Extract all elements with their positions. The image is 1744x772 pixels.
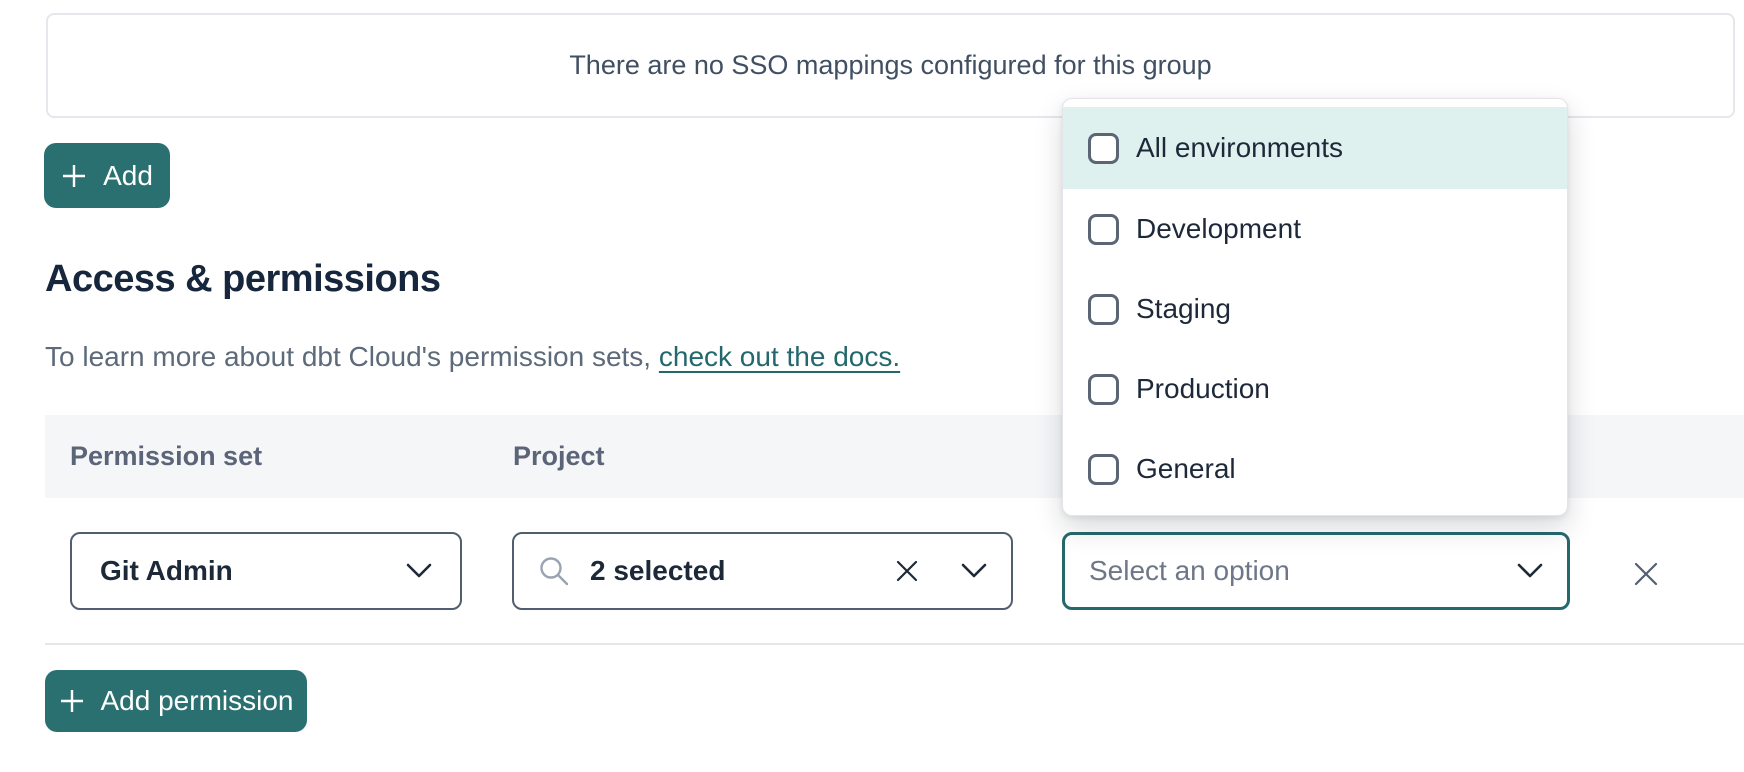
environment-dropdown-menu: All environments Development Staging Pro…: [1062, 98, 1568, 516]
sso-empty-message: There are no SSO mappings configured for…: [569, 50, 1211, 81]
search-icon: [538, 555, 570, 587]
option-label: All environments: [1136, 132, 1343, 164]
add-permission-button[interactable]: Add permission: [45, 670, 307, 732]
checkbox[interactable]: [1088, 294, 1119, 325]
environment-placeholder: Select an option: [1089, 555, 1290, 587]
option-label: Development: [1136, 213, 1301, 245]
remove-row-icon[interactable]: [1632, 560, 1660, 588]
description-text: To learn more about dbt Cloud's permissi…: [45, 341, 659, 372]
permission-set-select[interactable]: Git Admin: [70, 532, 462, 610]
checkbox[interactable]: [1088, 374, 1119, 405]
dropdown-option-staging[interactable]: Staging: [1063, 269, 1567, 349]
column-header-project: Project: [513, 441, 605, 472]
table-bottom-divider: [45, 643, 1744, 645]
checkbox[interactable]: [1088, 214, 1119, 245]
add-sso-mapping-button[interactable]: Add: [44, 143, 170, 208]
project-selected-count: 2 selected: [590, 555, 725, 587]
option-label: Production: [1136, 373, 1270, 405]
permission-set-value: Git Admin: [100, 555, 233, 587]
project-multiselect[interactable]: 2 selected: [512, 532, 1013, 610]
chevron-down-icon: [961, 563, 987, 579]
docs-link[interactable]: check out the docs.: [659, 341, 900, 372]
add-button-label: Add: [103, 160, 153, 192]
add-permission-label: Add permission: [101, 685, 294, 717]
option-label: Staging: [1136, 293, 1231, 325]
dropdown-option-all-environments[interactable]: All environments: [1063, 107, 1567, 189]
environment-select[interactable]: Select an option: [1062, 532, 1570, 610]
plus-icon: [59, 688, 85, 714]
chevron-down-icon: [406, 563, 432, 579]
checkbox[interactable]: [1088, 133, 1119, 164]
dropdown-option-production[interactable]: Production: [1063, 349, 1567, 429]
checkbox[interactable]: [1088, 454, 1119, 485]
plus-icon: [61, 163, 87, 189]
column-header-permission-set: Permission set: [70, 441, 262, 472]
chevron-down-icon: [1517, 563, 1543, 579]
dropdown-option-general[interactable]: General: [1063, 429, 1567, 509]
section-description: To learn more about dbt Cloud's permissi…: [45, 341, 900, 373]
dropdown-option-development[interactable]: Development: [1063, 189, 1567, 269]
page-title: Access & permissions: [45, 258, 441, 301]
option-label: General: [1136, 453, 1236, 485]
clear-selection-icon[interactable]: [895, 559, 919, 583]
